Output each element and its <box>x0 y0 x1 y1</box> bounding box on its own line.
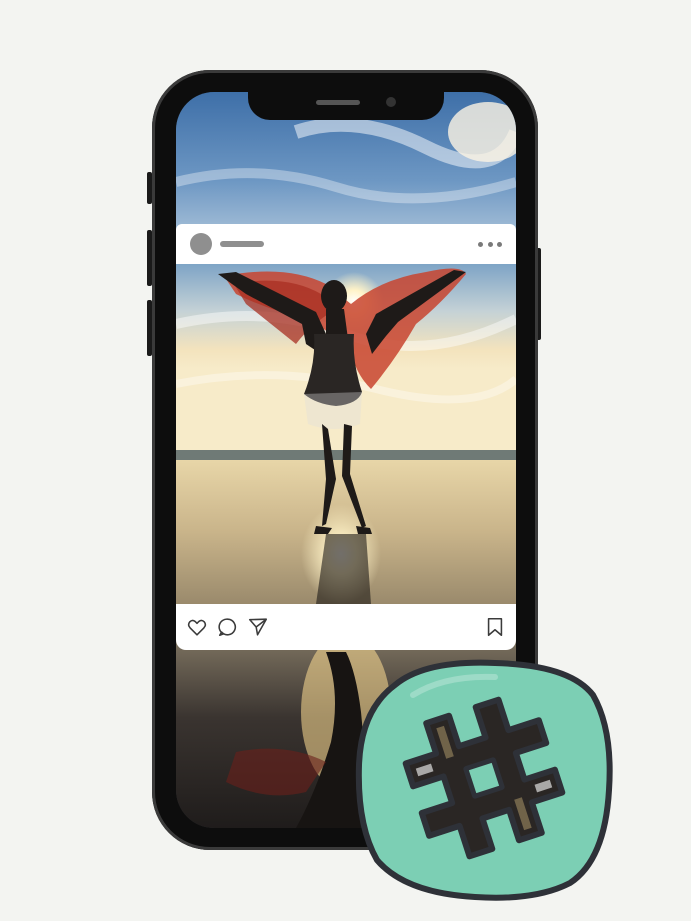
hashtag-icon <box>355 659 613 901</box>
bookmark-icon[interactable] <box>484 616 506 638</box>
avatar-placeholder[interactable] <box>190 233 212 255</box>
post-header <box>176 224 516 264</box>
front-camera <box>386 97 396 107</box>
earpiece-speaker <box>316 100 360 105</box>
post-action-bar <box>176 604 516 650</box>
paper-plane-icon[interactable] <box>247 616 269 638</box>
heart-icon[interactable] <box>186 616 208 638</box>
more-horizontal-icon[interactable] <box>478 236 502 252</box>
beach-sunset-photo <box>176 264 516 604</box>
comment-bubble-icon[interactable] <box>217 616 239 638</box>
post-image[interactable] <box>176 264 516 604</box>
phone-notch <box>248 90 444 120</box>
username-placeholder[interactable] <box>220 241 264 247</box>
